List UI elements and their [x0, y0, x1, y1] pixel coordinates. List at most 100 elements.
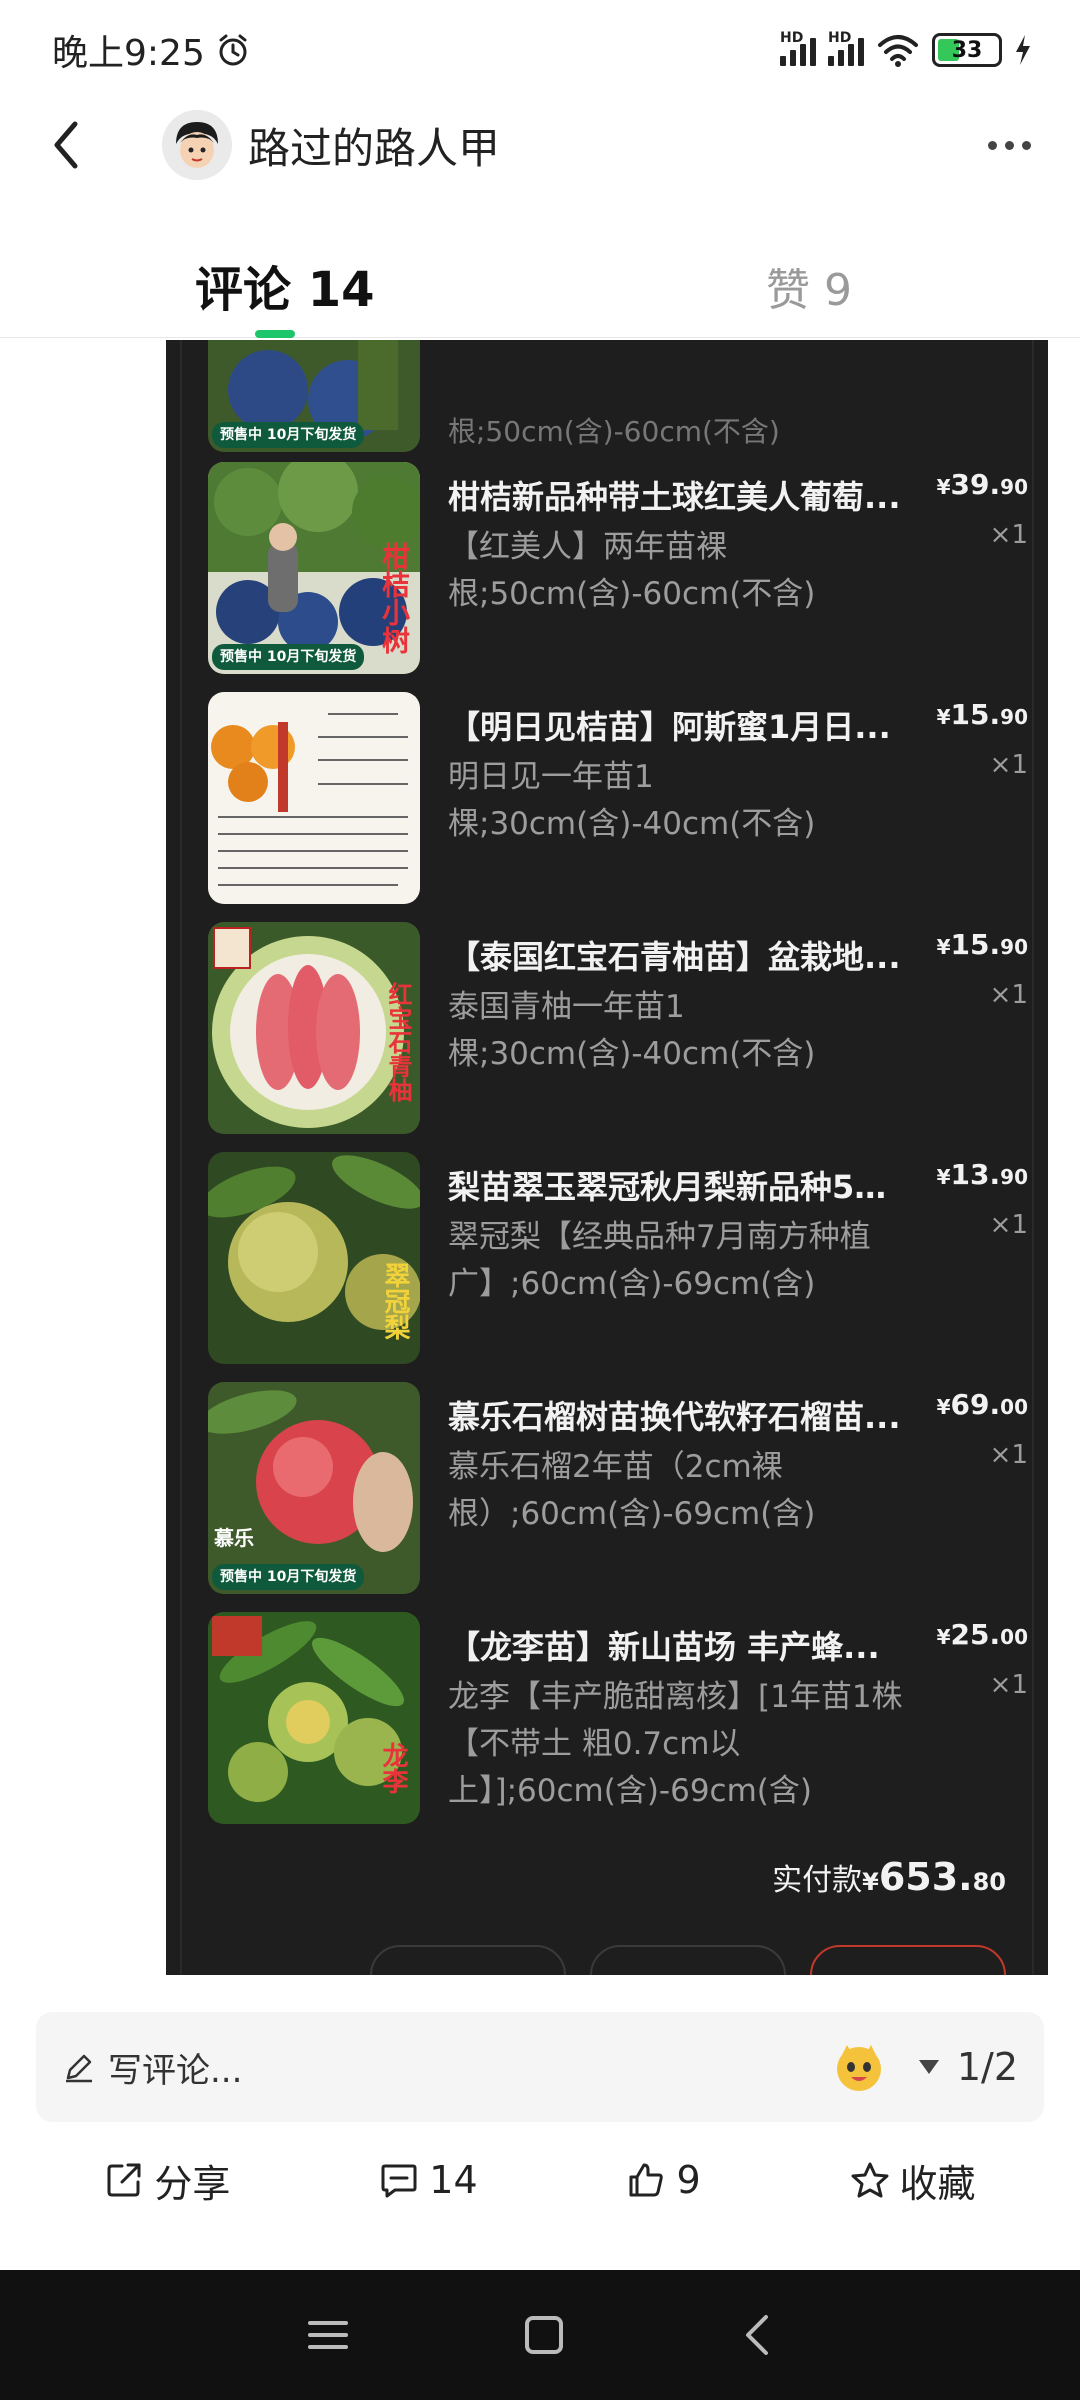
more-dot-icon: [1021, 140, 1031, 150]
back-button[interactable]: [36, 115, 96, 175]
price-decimal: 90: [1000, 475, 1028, 499]
tab-comments[interactable]: 评论 14: [195, 250, 375, 320]
order-item[interactable]: 红宝石青柚 【泰国红宝石青柚苗】盆栽地... 泰国青柚一年苗1棵;30cm(含)…: [208, 922, 1028, 1137]
action-bar: 分享 14 9 收藏: [0, 2130, 1080, 2230]
product-title: 慕乐石榴树苗换代软籽石榴苗...: [448, 1398, 901, 1436]
tab-active-indicator: [255, 330, 295, 338]
signal-icon-2: HD: [828, 30, 864, 66]
price-integer: 15.: [950, 698, 1001, 731]
page-indicator[interactable]: 1/2: [917, 2045, 1018, 2089]
product-thumbnail: 翠冠梨: [208, 1152, 420, 1364]
system-nav-bar: [0, 2270, 1080, 2400]
price-integer: 13.: [950, 1158, 1001, 1191]
order-item[interactable]: 龙李 【龙李苗】新山苗场 丰产蜂... 龙李【丰产脆甜离核】[1年苗1株【不带土…: [208, 1612, 1028, 1827]
price-currency: ¥: [936, 475, 951, 499]
price-decimal: 90: [1000, 935, 1028, 959]
product-title: 【泰国红宝石青柚苗】盆栽地...: [448, 938, 901, 976]
charging-icon: [1016, 35, 1030, 65]
product-qty: ×1: [989, 1210, 1028, 1240]
thumbnail-label: 柑桔小树: [378, 542, 411, 654]
menu-icon[interactable]: [306, 2315, 350, 2355]
price-currency: ¥: [936, 935, 951, 959]
price-integer: 39.: [950, 468, 1001, 501]
product-qty: ×1: [989, 750, 1028, 780]
avatar-icon: [162, 110, 232, 180]
price-currency: ¥: [936, 1625, 951, 1649]
status-right: HD HD 33: [780, 30, 1032, 67]
emoji-icon[interactable]: [831, 2039, 887, 2095]
like-button[interactable]: 9: [626, 2158, 701, 2202]
order-total: 实付款¥653.80: [772, 1855, 1006, 1899]
order-image[interactable]: 预售中 10月下旬发货 根;50cm(含)-60cm(不含) 柑桔小树 预售中 …: [166, 340, 1048, 1975]
order-item[interactable]: 慕乐 预售中 10月下旬发货 慕乐石榴树苗换代软籽石榴苗... 慕乐石榴2年苗（…: [208, 1382, 1028, 1597]
status-left: 晚上9:25: [52, 24, 251, 76]
product-qty: ×1: [989, 980, 1028, 1010]
product-price: ¥13.90: [937, 1158, 1028, 1191]
product-spec: 泰国青柚一年苗1棵;30cm(含)-40cm(不含): [448, 989, 816, 1072]
price-currency: ¥: [936, 705, 951, 729]
order-item[interactable]: 翠冠梨 梨苗翠玉翠冠秋月梨新品种51... 翠冠梨【经典品种7月南方种植广】;6…: [208, 1152, 1028, 1367]
price-decimal: 00: [1000, 1625, 1028, 1649]
thumbnail-label: 翠冠梨: [380, 1262, 410, 1340]
price-integer: 15.: [950, 928, 1001, 961]
comment-placeholder: 写评论...: [108, 2050, 243, 2091]
product-spec: 翠冠梨【经典品种7月南方种植广】;60cm(含)-69cm(含): [448, 1219, 871, 1302]
order-action-pill: [590, 1945, 786, 1975]
price-integer: 69.: [950, 1388, 1001, 1421]
signal-hd-label: HD: [780, 30, 804, 46]
share-button[interactable]: 分享: [104, 2153, 230, 2208]
tab-likes[interactable]: 赞 9: [766, 254, 852, 318]
more-dot-icon: [1004, 140, 1014, 150]
more-options-button[interactable]: [974, 115, 1044, 175]
comments-count: 14: [429, 2158, 478, 2202]
thumbnail-label: 红宝石青柚: [384, 982, 413, 1102]
battery-icon: 33: [932, 33, 1002, 67]
product-price: ¥39.90: [937, 468, 1028, 501]
total-integer: 653.: [878, 1855, 973, 1899]
comments-button[interactable]: 14: [379, 2158, 478, 2202]
product-thumbnail: 预售中 10月下旬发货: [208, 340, 420, 452]
wifi-icon: [878, 35, 918, 67]
nav-back-icon[interactable]: [738, 2311, 774, 2359]
product-price: ¥15.90: [937, 698, 1028, 731]
alarm-icon: [219, 34, 247, 66]
signal-icon: HD: [780, 30, 816, 66]
home-icon[interactable]: [522, 2313, 566, 2357]
product-qty: ×1: [989, 1440, 1028, 1470]
product-spec: 【红美人】两年苗裸根;50cm(含)-60cm(不含): [448, 529, 816, 612]
favorite-button[interactable]: 收藏: [850, 2153, 976, 2208]
pencil-icon: [66, 2054, 92, 2083]
order-item[interactable]: 【明日见桔苗】阿斯蜜1月日... 明日见一年苗1棵;30cm(含)-40cm(不…: [208, 692, 1028, 907]
price-currency: ¥: [936, 1165, 951, 1189]
presale-badge: 预售中 10月下旬发货: [212, 1564, 365, 1590]
product-thumbnail: 红宝石青柚: [208, 922, 420, 1134]
favorite-label: 收藏: [899, 2161, 976, 2206]
share-label: 分享: [154, 2161, 231, 2206]
price-currency: ¥: [936, 1395, 951, 1419]
product-title: 【龙李苗】新山苗场 丰产蜂...: [448, 1628, 880, 1666]
total-currency: ¥: [862, 1868, 879, 1896]
product-spec-partial: 根;50cm(含)-60cm(不含): [448, 415, 780, 448]
product-spec: 龙李【丰产脆甜离核】[1年苗1株【不带土 粗0.7cm以上】];60cm(含)-…: [448, 1679, 903, 1809]
product-thumbnail: 龙李: [208, 1612, 420, 1824]
username[interactable]: 路过的路人甲: [248, 115, 500, 176]
comment-icon: [381, 2164, 417, 2198]
order-item[interactable]: 柑桔小树 预售中 10月下旬发货 柑桔新品种带土球红美人葡萄... 【红美人】两…: [208, 462, 1028, 677]
product-thumbnail: 柑桔小树 预售中 10月下旬发货: [208, 462, 420, 674]
product-spec: 慕乐石榴2年苗（2cm裸根）;60cm(含)-69cm(含): [448, 1449, 816, 1532]
order-action-pill: [810, 1945, 1006, 1975]
comment-input[interactable]: 写评论... 1/2: [36, 2012, 1044, 2122]
likes-count: 9: [676, 2158, 701, 2202]
thumbnail-label: 龙李: [378, 1742, 408, 1794]
signal-hd-label-2: HD: [828, 30, 852, 46]
product-qty: ×1: [989, 520, 1028, 550]
product-thumbnail: 慕乐 预售中 10月下旬发货: [208, 1382, 420, 1594]
total-label: 实付款: [772, 1863, 863, 1898]
product-title: 梨苗翠玉翠冠秋月梨新品种51...: [448, 1168, 908, 1206]
avatar[interactable]: [162, 110, 232, 180]
product-price: ¥25.00: [937, 1618, 1028, 1651]
price-decimal: 90: [1000, 1165, 1028, 1189]
thumbs-up-icon: [629, 2163, 664, 2197]
product-title: 柑桔新品种带土球红美人葡萄...: [448, 478, 901, 516]
presale-badge: 预售中 10月下旬发货: [212, 422, 365, 448]
